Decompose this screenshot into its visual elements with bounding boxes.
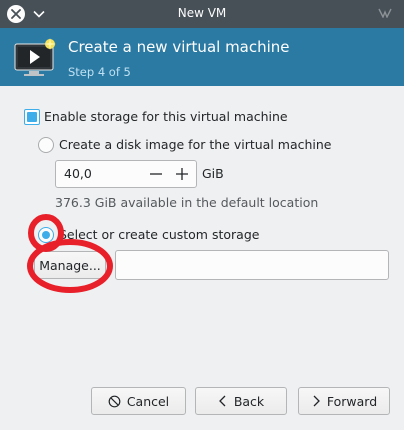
cancel-button[interactable]: Cancel [91,387,186,415]
manage-button-label: Manage... [39,257,101,273]
manage-button[interactable]: Manage... [34,251,106,279]
disk-size-spinbox[interactable]: 40,0 [55,160,197,188]
page-title: Create a new virtual machine [68,38,290,56]
disk-size-value[interactable]: 40,0 [64,166,92,181]
disk-image-label[interactable]: Create a disk image for the virtual mach… [59,137,332,152]
plus-icon[interactable] [174,166,190,182]
window-titlebar: New VM [0,0,404,28]
cancel-button-label: Cancel [126,393,170,409]
cancel-icon [108,395,121,407]
enable-storage-label[interactable]: Enable storage for this virtual machine [44,109,288,124]
enable-storage-checkbox[interactable] [24,109,40,125]
available-space-text: 376.3 GiB available in the default locat… [55,195,319,210]
custom-storage-label[interactable]: Select or create custom storage [59,227,259,242]
custom-storage-path-input[interactable] [115,250,389,280]
chevron-right-icon [313,395,320,407]
back-button-label: Back [233,393,265,409]
step-indicator: Step 4 of 5 [68,65,131,79]
disk-image-radio[interactable] [38,137,54,153]
forward-button-label: Forward [326,393,378,409]
window-drag-icon [378,8,392,18]
forward-button[interactable]: Forward [298,387,390,415]
minus-icon[interactable] [148,166,164,182]
chevron-left-icon [218,395,226,407]
custom-storage-radio[interactable] [38,227,54,243]
radio-selected-dot [42,231,50,239]
back-button[interactable]: Back [195,387,287,415]
wizard-header: Create a new virtual machine Step 4 of 5 [0,28,404,86]
checkbox-checked-mark [27,112,37,122]
disk-size-unit: GiB [202,166,224,181]
monitor-icon [14,38,56,76]
window-title: New VM [177,6,227,20]
